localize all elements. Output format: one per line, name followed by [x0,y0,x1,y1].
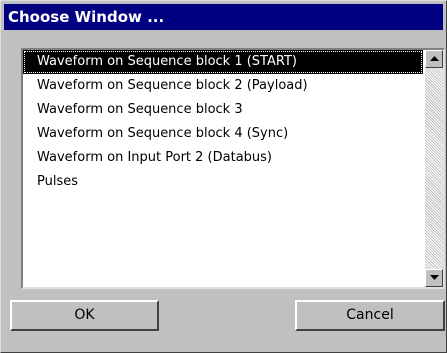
scroll-down-button[interactable] [425,269,443,287]
list-item[interactable]: Waveform on Input Port 2 (Databus) [23,146,423,170]
scroll-up-button[interactable] [425,50,443,68]
window-list: Waveform on Sequence block 1 (START) Wav… [23,50,423,287]
arrow-up-icon [430,56,439,61]
list-item[interactable]: Waveform on Sequence block 4 (Sync) [23,122,423,146]
choose-window-dialog: Choose Window ... Waveform on Sequence b… [0,0,447,353]
ok-button[interactable]: OK [10,300,159,331]
list-item[interactable]: Waveform on Sequence block 2 (Payload) [23,74,423,98]
list-item[interactable]: Waveform on Sequence block 3 [23,98,423,122]
vertical-scrollbar[interactable] [425,50,443,287]
list-item[interactable]: Waveform on Sequence block 1 (START) [23,50,423,74]
window-listbox[interactable]: Waveform on Sequence block 1 (START) Wav… [21,48,445,289]
cancel-button[interactable]: Cancel [295,300,445,331]
list-item[interactable]: Pulses [23,170,423,194]
scroll-track[interactable] [425,68,443,269]
dialog-title: Choose Window ... [4,4,443,30]
arrow-down-icon [430,275,439,280]
